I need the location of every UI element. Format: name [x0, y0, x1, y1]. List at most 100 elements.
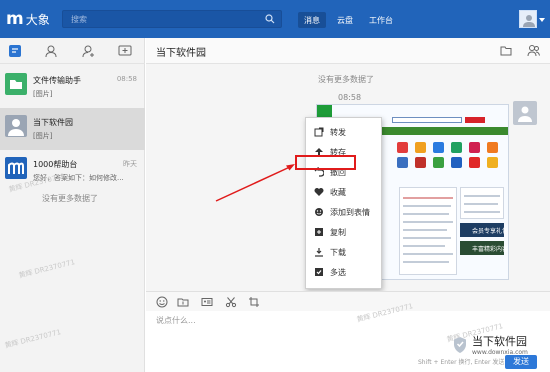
- site-icon: [397, 157, 408, 168]
- search-placeholder: 搜索: [71, 15, 87, 24]
- screenshot-icon[interactable]: [248, 296, 260, 308]
- tab-workbench-label: 工作台: [369, 16, 393, 25]
- conversation-item[interactable]: 当下软件园 [图片]: [0, 108, 145, 150]
- search-input[interactable]: 搜索: [62, 10, 282, 28]
- user-avatar[interactable]: [519, 10, 537, 28]
- site-icon: [487, 157, 498, 168]
- chevron-down-icon[interactable]: [539, 18, 545, 22]
- chat-list-icon[interactable]: [8, 44, 22, 58]
- input-placeholder: 说点什么...: [156, 316, 196, 325]
- tab-messages-label: 消息: [304, 16, 320, 25]
- site-text-line: [403, 197, 453, 199]
- menu-item-add-sticker[interactable]: 添加到表情: [306, 204, 383, 220]
- search-icon[interactable]: [265, 14, 275, 24]
- send-button[interactable]: 发送: [505, 355, 537, 369]
- site-text-line: [403, 205, 451, 207]
- smile-icon: [315, 208, 323, 216]
- shortcut-hint: Shift + Enter 换行, Enter 发送: [418, 359, 505, 366]
- app-window: m 大象 搜索 消息 云盘 工作台 文件传输助手 [图片] 08:58 当下软件…: [0, 0, 550, 372]
- download-icon: [315, 248, 323, 257]
- conversation-time: 08:58: [116, 75, 137, 83]
- site-text-line: [403, 213, 449, 215]
- new-chat-icon[interactable]: [118, 44, 132, 58]
- forward-icon: [314, 127, 324, 137]
- card-icon[interactable]: [201, 296, 213, 308]
- avatar[interactable]: [513, 101, 537, 125]
- logo-text: 大象: [25, 12, 50, 27]
- site-search-bar: [392, 117, 462, 123]
- tab-cloud-label: 云盘: [337, 16, 353, 25]
- banner-text: 丰富精彩内容: [472, 246, 509, 253]
- site-icon: [433, 157, 444, 168]
- site-icon: [415, 142, 426, 153]
- top-bar: m 大象 搜索 消息 云盘 工作台: [0, 0, 550, 38]
- chat-header: 当下软件园: [146, 38, 550, 64]
- avatar: [5, 73, 27, 95]
- watermark: 黄辉 DR2370771: [3, 328, 62, 350]
- brand-url: www.downxia.com: [472, 349, 528, 356]
- menu-item-copy[interactable]: 复制: [306, 224, 383, 240]
- site-icon: [487, 142, 498, 153]
- site-icon: [397, 142, 408, 153]
- recall-highlight-box: [295, 155, 356, 170]
- site-text-line: [403, 229, 447, 231]
- avatar: [5, 157, 27, 179]
- brand-name: 当下软件园: [472, 335, 527, 348]
- user-avatar-icon: [523, 15, 535, 27]
- site-text-line: [403, 221, 453, 223]
- copy-icon: [315, 228, 323, 236]
- folder-icon[interactable]: [500, 45, 512, 56]
- site-text-line: [464, 195, 500, 197]
- site-icon: [469, 157, 480, 168]
- site-text-line: [464, 211, 500, 213]
- group-members-icon[interactable]: [527, 44, 540, 57]
- input-toolbar: [146, 291, 550, 311]
- tab-messages[interactable]: 消息: [298, 12, 326, 28]
- contacts-icon[interactable]: [44, 44, 58, 58]
- site-banner: 丰富精彩内容: [460, 241, 508, 255]
- conversation-name: 文件传输助手: [33, 76, 81, 85]
- menu-item-label: 收藏: [330, 188, 346, 197]
- heart-icon: [314, 188, 324, 196]
- site-text-line: [403, 253, 453, 255]
- menu-item-label: 多选: [330, 268, 346, 277]
- add-contact-icon[interactable]: [82, 44, 96, 58]
- chat-panel: 当下软件园 没有更多数据了 08:58 会员专享礼包 丰富精彩内容 转发 转存 …: [146, 38, 550, 372]
- menu-item-label: 复制: [330, 228, 346, 237]
- site-icon: [469, 142, 480, 153]
- site-text-line: [403, 237, 451, 239]
- tab-workbench[interactable]: 工作台: [363, 12, 399, 28]
- sidebar: 文件传输助手 [图片] 08:58 当下软件园 [图片] 1000帮助台 您好，…: [0, 38, 145, 372]
- watermark: 黄辉 DR2370771: [17, 258, 76, 280]
- menu-item-multi-select[interactable]: 多选: [306, 264, 383, 280]
- menu-item-label: 下载: [330, 248, 346, 257]
- emoji-icon[interactable]: [156, 296, 168, 308]
- menu-item-favorite[interactable]: 收藏: [306, 184, 383, 200]
- conversation-name: 1000帮助台: [33, 160, 78, 169]
- folder-icon: [10, 80, 22, 89]
- file-icon[interactable]: [177, 296, 189, 308]
- logo-mark: m: [6, 9, 24, 29]
- avatar: [5, 115, 27, 137]
- site-banner: 会员专享礼包: [460, 223, 508, 237]
- checkbox-icon: [315, 268, 323, 276]
- banner-text: 会员专享礼包: [472, 228, 509, 235]
- conversation-name: 当下软件园: [33, 118, 73, 127]
- scissors-icon[interactable]: [225, 296, 237, 308]
- menu-item-label: 添加到表情: [330, 208, 370, 217]
- conversation-item[interactable]: 文件传输助手 [图片] 08:58: [0, 66, 145, 108]
- site-search-button: [465, 117, 485, 123]
- chat-title: 当下软件园: [156, 48, 206, 59]
- app-logo: m 大象: [6, 9, 50, 29]
- tab-cloud[interactable]: 云盘: [331, 12, 359, 28]
- site-icon: [451, 142, 462, 153]
- menu-item-download[interactable]: 下载: [306, 244, 383, 260]
- menu-item-forward[interactable]: 转发: [306, 124, 383, 140]
- site-text-line: [464, 203, 498, 205]
- shield-logo-icon: [454, 336, 466, 353]
- site-text-line: [403, 245, 445, 247]
- site-icon: [451, 157, 462, 168]
- site-icon: [415, 157, 426, 168]
- conversation-time: 昨天: [123, 160, 137, 168]
- conversation-preview: [图片]: [33, 132, 53, 140]
